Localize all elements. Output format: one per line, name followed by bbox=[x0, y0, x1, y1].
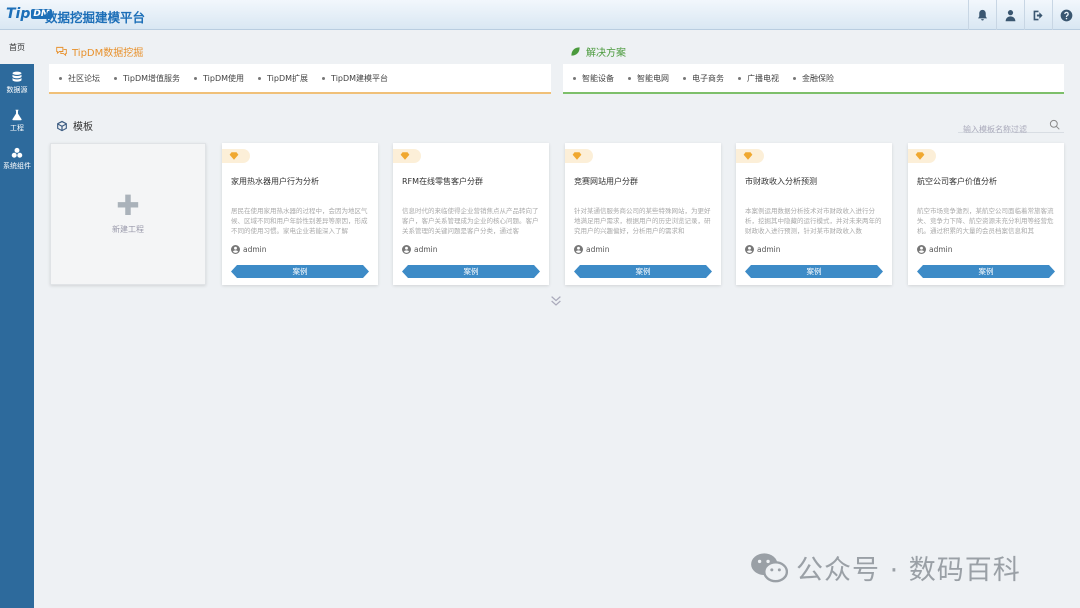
template-card[interactable]: RFM在线零售客户分群 信息时代的来临使得企业营销焦点从产品转向了客户，客户关系… bbox=[393, 143, 549, 285]
template-card-title: 市财政收入分析预测 bbox=[745, 177, 817, 186]
case-button[interactable]: 案例 bbox=[574, 265, 712, 278]
diamond-icon bbox=[222, 149, 250, 163]
template-card-desc: 居民在使用家用热水器的过程中，会因为地区气候、区域不同和用户年龄性别差异等原因，… bbox=[231, 207, 368, 235]
diamond-icon bbox=[908, 149, 936, 163]
link-broadcast[interactable]: 广播电视 bbox=[738, 73, 779, 84]
template-card-user: admin bbox=[402, 245, 438, 254]
user-name: admin bbox=[414, 245, 438, 254]
comments-icon bbox=[56, 46, 67, 57]
templates-title-text: 模板 bbox=[73, 122, 93, 133]
solutions-links-bar: 智能设备 智能电网 电子商务 广播电视 金融保险 bbox=[563, 64, 1064, 94]
template-card-user: admin bbox=[231, 245, 267, 254]
template-card-title: RFM在线零售客户分群 bbox=[402, 177, 484, 186]
template-search bbox=[958, 117, 1064, 137]
user-icon[interactable] bbox=[996, 0, 1024, 30]
case-button[interactable]: 案例 bbox=[917, 265, 1055, 278]
template-card-desc: 本案例运用数据分析技术对市财政收入进行分析，挖掘其中隐藏的运行模式，并对未来两年… bbox=[745, 207, 882, 235]
link-smart-devices[interactable]: 智能设备 bbox=[573, 73, 614, 84]
tipdm-links-bar: 社区论坛 TipDM增值服务 TipDM使用 TipDM扩展 TipDM建模平台 bbox=[49, 64, 551, 94]
user-circle-icon bbox=[231, 245, 240, 254]
template-card[interactable]: 家用热水器用户行为分析 居民在使用家用热水器的过程中，会因为地区气候、区域不同和… bbox=[222, 143, 378, 285]
help-icon[interactable] bbox=[1052, 0, 1080, 30]
leaf-icon bbox=[571, 47, 580, 56]
diamond-icon bbox=[736, 149, 764, 163]
diamond-icon bbox=[393, 149, 421, 163]
logout-icon[interactable] bbox=[1024, 0, 1052, 30]
search-icon[interactable] bbox=[1049, 119, 1060, 130]
link-finance[interactable]: 金融保险 bbox=[793, 73, 834, 84]
link-usage[interactable]: TipDM使用 bbox=[194, 73, 244, 84]
sidebar-item-home[interactable]: 首页 bbox=[0, 30, 34, 64]
sidebar-item-datasource[interactable]: 数据源 bbox=[0, 64, 34, 102]
templates-title: 模板 bbox=[56, 118, 93, 133]
cube-icon bbox=[57, 120, 67, 131]
user-name: admin bbox=[929, 245, 953, 254]
template-search-input[interactable] bbox=[958, 122, 1042, 137]
link-smart-grid[interactable]: 智能电网 bbox=[628, 73, 669, 84]
section-title-text: 解决方案 bbox=[586, 48, 626, 59]
sidebar-item-label: 工程 bbox=[10, 124, 24, 132]
wechat-icon bbox=[751, 552, 788, 582]
user-name: admin bbox=[243, 245, 267, 254]
template-card[interactable]: 竞赛网站用户分群 针对某通信服务商公司的某些特殊网站，为更好地满足用户需求，根据… bbox=[565, 143, 721, 285]
sidebar-item-project[interactable]: 工程 bbox=[0, 102, 34, 140]
link-forum[interactable]: 社区论坛 bbox=[59, 73, 100, 84]
user-circle-icon bbox=[917, 245, 926, 254]
diamond-icon bbox=[565, 149, 593, 163]
template-card-user: admin bbox=[574, 245, 610, 254]
top-header: Tip DM 数据挖掘建模平台 bbox=[0, 0, 1080, 30]
link-platform[interactable]: TipDM建模平台 bbox=[322, 73, 388, 84]
tipdm-section-title: TipDM数据挖掘 bbox=[56, 44, 143, 59]
link-value-added[interactable]: TipDM增值服务 bbox=[114, 73, 180, 84]
template-card-desc: 航空市场竞争激烈，某航空公司面临着常旅客流失、竞争力下降、航空资源未充分利用等经… bbox=[917, 207, 1054, 235]
template-card-user: admin bbox=[917, 245, 953, 254]
plus-icon: ✚ bbox=[116, 188, 140, 222]
new-project-label: 新建工程 bbox=[112, 224, 144, 234]
sidebar-item-components[interactable]: 系统组件 bbox=[0, 140, 34, 178]
watermark: 公众号 · 数码百科 bbox=[750, 548, 1021, 587]
case-button[interactable]: 案例 bbox=[745, 265, 883, 278]
template-card-desc: 针对某通信服务商公司的某些特殊网站，为更好地满足用户需求，根据用户的历史浏览记录… bbox=[574, 207, 711, 235]
user-name: admin bbox=[757, 245, 781, 254]
case-button[interactable]: 案例 bbox=[231, 265, 369, 278]
solutions-section-title: 解决方案 bbox=[570, 44, 626, 59]
bell-icon[interactable] bbox=[968, 0, 996, 30]
template-card-title: 竞赛网站用户分群 bbox=[574, 177, 638, 186]
sidebar: 首页 数据源 工程 系统组件 bbox=[0, 30, 34, 608]
link-ecommerce[interactable]: 电子商务 bbox=[683, 73, 724, 84]
template-card[interactable]: 航空公司客户价值分析 航空市场竞争激烈，某航空公司面临着常旅客流失、竞争力下降、… bbox=[908, 143, 1064, 285]
watermark-text: 公众号 · 数码百科 bbox=[796, 555, 1021, 586]
link-extension[interactable]: TipDM扩展 bbox=[258, 73, 308, 84]
user-name: admin bbox=[586, 245, 610, 254]
new-project-card[interactable]: ✚ 新建工程 bbox=[50, 143, 206, 285]
template-card-title: 航空公司客户价值分析 bbox=[917, 177, 997, 186]
template-card-title: 家用热水器用户行为分析 bbox=[231, 177, 319, 186]
case-button[interactable]: 案例 bbox=[402, 265, 540, 278]
logo-text: Tip bbox=[6, 6, 31, 22]
template-card-user: admin bbox=[745, 245, 781, 254]
show-more-chevron-icon[interactable] bbox=[549, 293, 563, 307]
app-title: 数据挖掘建模平台 bbox=[45, 10, 146, 25]
template-card-desc: 信息时代的来临使得企业营销焦点从产品转向了客户，客户关系管理成为企业的核心问题。… bbox=[402, 207, 539, 235]
header-toolbar bbox=[968, 0, 1080, 30]
template-card[interactable]: 市财政收入分析预测 本案例运用数据分析技术对市财政收入进行分析，挖掘其中隐藏的运… bbox=[736, 143, 892, 285]
user-circle-icon bbox=[745, 245, 754, 254]
cubes-icon bbox=[11, 147, 23, 158]
user-circle-icon bbox=[574, 245, 583, 254]
section-title-text: TipDM数据挖掘 bbox=[72, 48, 144, 59]
user-circle-icon bbox=[402, 245, 411, 254]
sidebar-item-label: 数据源 bbox=[6, 86, 28, 94]
sidebar-item-label: 系统组件 bbox=[3, 162, 31, 170]
database-icon bbox=[12, 71, 22, 82]
flask-icon bbox=[12, 109, 22, 121]
